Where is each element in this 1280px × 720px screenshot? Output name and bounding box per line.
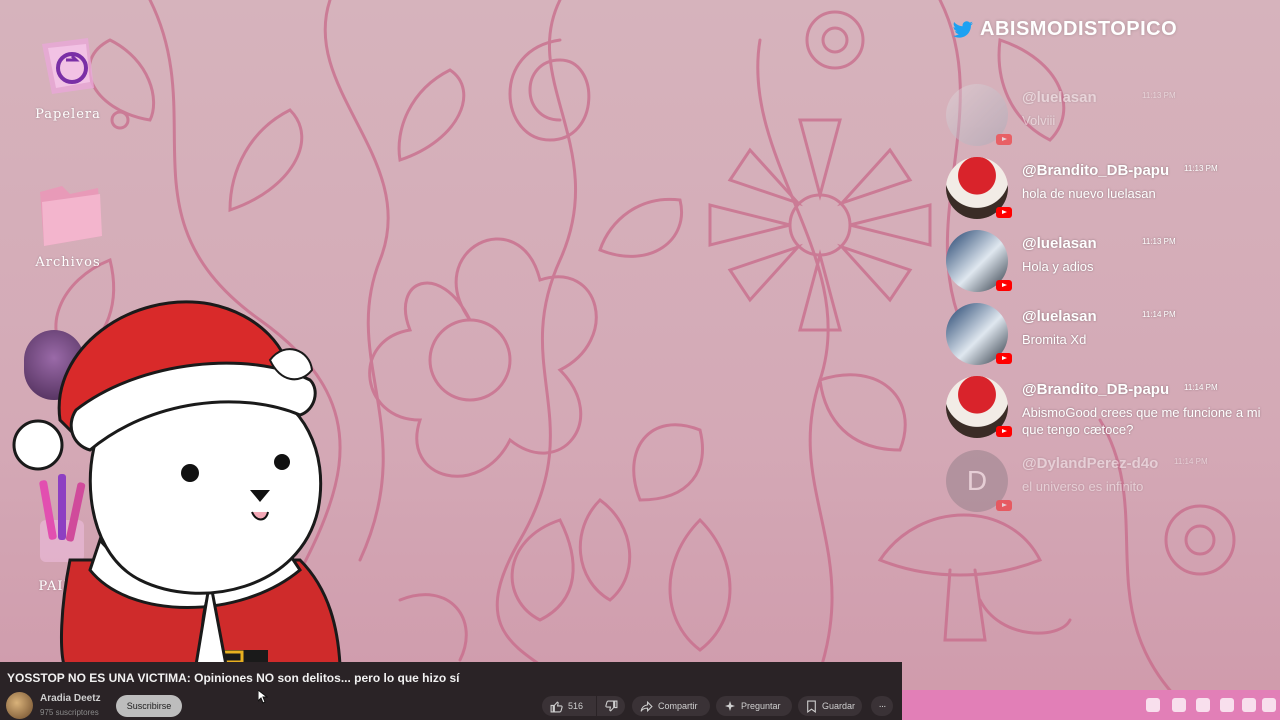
clipboard-icon[interactable] [1172, 698, 1186, 712]
share-icon [640, 700, 653, 712]
chat-message: @Brandito_DB-papu 11:13 PM hola de nuevo… [946, 157, 1266, 223]
youtube-icon [996, 500, 1012, 511]
chat-username: @luelasan [1022, 89, 1097, 106]
subscriber-count: 975 suscriptores [40, 708, 99, 717]
pin-icon[interactable] [1262, 698, 1276, 712]
share-button[interactable]: Compartir [632, 696, 710, 716]
like-count: 516 [568, 701, 584, 711]
chat-timestamp: 11:14 PM [1184, 383, 1218, 392]
chat-timestamp: 11:14 PM [1142, 310, 1176, 319]
channel-name[interactable]: Aradia Deetz [40, 693, 101, 704]
chat-timestamp: 11:13 PM [1142, 91, 1176, 100]
pencil-icon[interactable] [1196, 698, 1210, 712]
share-label: Compartir [658, 701, 698, 711]
twitter-bird-icon [952, 20, 973, 38]
ask-label: Preguntar [741, 701, 781, 711]
youtube-icon [996, 280, 1012, 291]
chat-channel-name: ABISMODISTOPICO [980, 18, 1178, 40]
youtube-icon [996, 353, 1012, 364]
save-label: Guardar [822, 701, 856, 711]
desktop-icon-label: Archivos [35, 255, 101, 270]
thumbs-up-icon [550, 701, 563, 712]
chat-username: @luelasan [1022, 308, 1097, 325]
like-button[interactable]: 516 [542, 696, 596, 716]
mouse-cursor-icon [258, 690, 268, 704]
save-button[interactable]: Guardar [798, 696, 862, 716]
santa-bear-mascot [12, 300, 342, 665]
chat-text: hola de nuevo luelasan [1022, 186, 1156, 201]
desktop-icon-label: Papelera [35, 107, 101, 122]
chat-username: @Brandito_DB-papu [1022, 162, 1170, 179]
youtube-icon [996, 426, 1012, 437]
chat-text: Volviii [1022, 113, 1056, 128]
channel-avatar[interactable] [6, 692, 33, 719]
chat-timestamp: 11:14 PM [1174, 457, 1208, 466]
chat-message: @luelasan 11:13 PM Hola y adios [946, 230, 1266, 296]
desktop-icon-recycle-bin[interactable]: Papelera [28, 30, 108, 122]
folder-icon [40, 186, 102, 246]
bell-icon[interactable] [1146, 698, 1160, 712]
chat-text: el universo es infinito [1022, 479, 1144, 494]
desktop-icon-files[interactable]: Archivos [28, 182, 108, 270]
avatar-letter: D [966, 465, 988, 496]
chat-username: @luelasan [1022, 235, 1097, 252]
chat-timestamp: 11:13 PM [1184, 164, 1218, 173]
ask-button[interactable]: Preguntar [716, 696, 792, 716]
chat-message: @luelasan 11:14 PM Bromita Xd [946, 303, 1266, 369]
recycle-bin-icon [42, 38, 94, 94]
dislike-button[interactable] [597, 696, 625, 716]
chat-username: @DylandPerez-d4o [1022, 455, 1159, 472]
chat-text: Bromita Xd [1022, 332, 1087, 347]
chat-text: AbismoGood crees que me funcione a mi qu… [1022, 405, 1261, 437]
bookmark-icon [807, 700, 816, 713]
chat-bubble-icon[interactable] [1220, 698, 1234, 712]
chat-message: @luelasan 11:13 PM Volviii [946, 84, 1266, 150]
chat-text: Hola y adios [1022, 259, 1094, 274]
more-icon: ··· [878, 700, 887, 712]
chat-username: @Brandito_DB-papu [1022, 381, 1170, 398]
taskbar [902, 690, 1280, 720]
youtube-icon [996, 134, 1012, 145]
video-title: YOSSTOP NO ES UNA VICTIMA: Opiniones NO … [7, 671, 460, 685]
youtube-video-info-bar: YOSSTOP NO ES UNA VICTIMA: Opiniones NO … [0, 662, 902, 720]
youtube-icon [996, 207, 1012, 218]
chat-message: D @DylandPerez-d4o 11:14 PM el universo … [946, 450, 1266, 516]
chat-header: ABISMODISTOPICO [952, 18, 1177, 41]
chat-message: @Brandito_DB-papu 11:14 PM AbismoGood cr… [946, 376, 1266, 446]
sparkle-icon [725, 701, 735, 711]
tag-icon[interactable] [1242, 698, 1256, 712]
thumbs-down-icon [605, 700, 618, 711]
chat-timestamp: 11:13 PM [1142, 237, 1176, 246]
subscribe-button[interactable]: Suscribirse [116, 695, 182, 717]
more-options-button[interactable]: ··· [871, 696, 893, 716]
